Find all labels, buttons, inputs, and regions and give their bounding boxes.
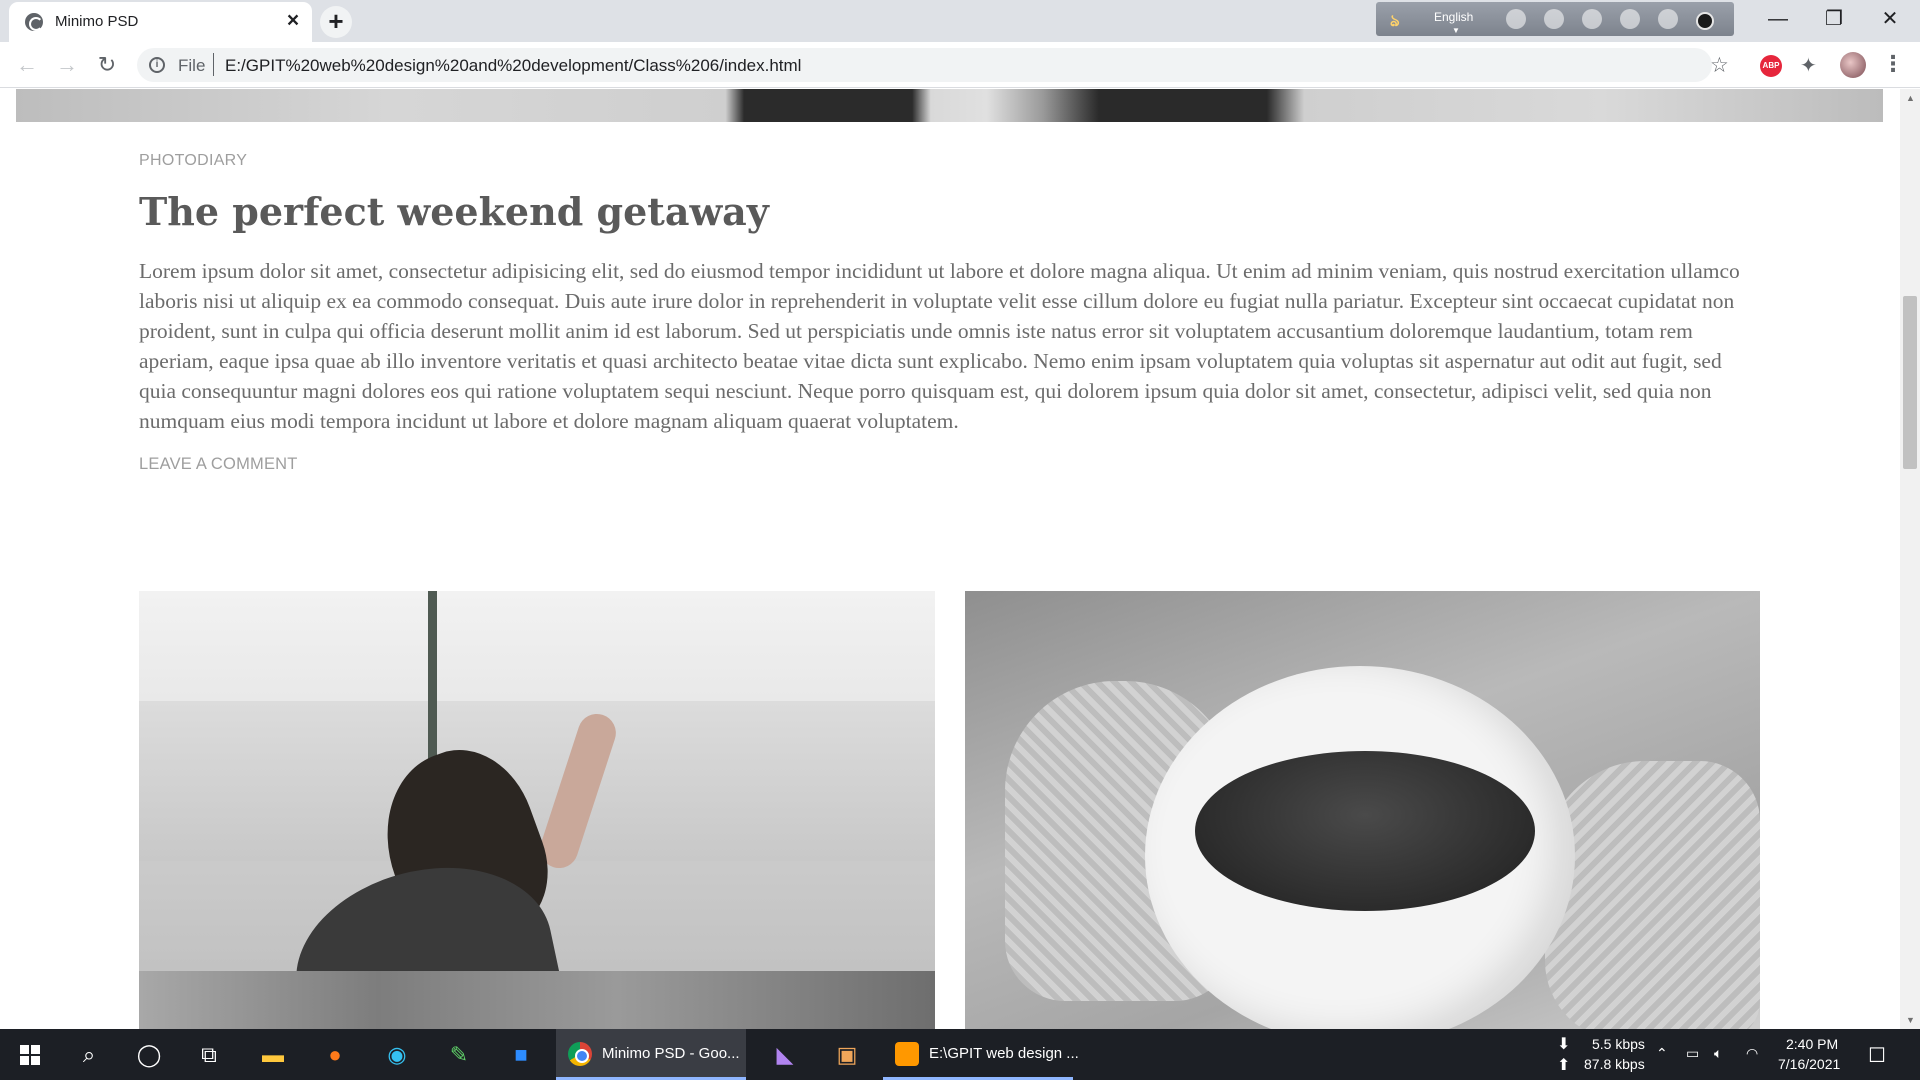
taskbar: ⌕ ◯ ⧉ ▬ ● ◉ ✎ ■ Minimo PSD - Goo... ◣ ▣ … <box>0 1029 1920 1080</box>
new-tab-button[interactable]: + <box>320 6 352 38</box>
info-icon[interactable]: i <box>149 57 165 73</box>
divider <box>213 53 214 76</box>
leave-comment-link[interactable]: LEAVE A COMMENT <box>139 455 298 474</box>
scroll-up-icon[interactable]: ▲ <box>1906 93 1915 103</box>
post-category[interactable]: PHOTODIARY <box>139 152 247 170</box>
firefox-icon[interactable]: ● <box>306 1029 364 1080</box>
sublime-text-icon <box>895 1042 919 1066</box>
coffee-liquid <box>1195 751 1535 911</box>
battery-icon[interactable]: ▭ <box>1686 1045 1699 1062</box>
taskbar-chrome-app[interactable]: Minimo PSD - Goo... <box>556 1029 746 1080</box>
coffee-photo[interactable] <box>965 591 1760 1029</box>
forward-button[interactable]: → <box>52 50 82 80</box>
dropdown-icon[interactable] <box>1696 12 1714 30</box>
profile-avatar[interactable] <box>1840 52 1866 78</box>
cortana-icon[interactable]: ◯ <box>120 1029 178 1080</box>
edge-icon[interactable]: ◉ <box>368 1029 426 1080</box>
globe-icon <box>25 13 43 31</box>
task-view-icon[interactable]: ⧉ <box>180 1029 238 1080</box>
help-icon[interactable] <box>1658 9 1678 29</box>
tools-icon[interactable] <box>1544 9 1564 29</box>
arrow-left-icon: ← <box>16 52 38 77</box>
arrow-right-icon: → <box>56 52 78 77</box>
url-text[interactable]: E:/GPIT%20web%20design%20and%20developme… <box>225 56 801 76</box>
browser-toolbar: ← → ↻ i File E:/GPIT%20web%20design%20an… <box>0 42 1920 88</box>
app-icon[interactable]: ✎ <box>430 1029 488 1080</box>
windows-icon <box>20 1045 40 1065</box>
browser-tab[interactable]: Minimo PSD × <box>9 2 312 42</box>
hero-image <box>16 89 1883 122</box>
net-down-speed: 5.5 kbps <box>1592 1036 1645 1052</box>
download-arrow-icon: ⬇ <box>1557 1036 1571 1053</box>
language-toolbar: ঌ English ▼ <box>1376 2 1734 36</box>
post-body: Lorem ipsum dolor sit amet, consectetur … <box>139 259 1740 433</box>
taskbar-chrome-label: Minimo PSD - Goo... <box>602 1045 740 1062</box>
restore-button[interactable]: ❐ <box>1806 0 1862 38</box>
adblock-extension-icon[interactable]: ABP <box>1760 55 1782 77</box>
start-button[interactable] <box>0 1029 58 1080</box>
clock-time[interactable]: 2:40 PM <box>1786 1036 1838 1052</box>
upload-arrow-icon: ⬆ <box>1557 1057 1571 1074</box>
keyboard-icon[interactable] <box>1506 9 1526 29</box>
language-selector[interactable]: English <box>1434 10 1473 24</box>
search-icon[interactable]: ⌕ <box>60 1029 118 1080</box>
knitted-mitten-right <box>1545 761 1760 1029</box>
crowd <box>139 971 935 1029</box>
taskbar-sublime-label: E:\GPIT web design ... <box>929 1045 1079 1062</box>
festival-photo[interactable] <box>139 591 935 1029</box>
settings-icon[interactable] <box>1582 9 1602 29</box>
close-window-button[interactable]: ✕ <box>1862 0 1918 38</box>
puzzle-icon[interactable]: ✦ <box>1800 53 1817 78</box>
kebab-menu-icon[interactable]: ⋮ <box>1882 51 1904 77</box>
visual-studio-icon[interactable]: ◣ <box>756 1029 814 1080</box>
browser-icon[interactable] <box>1620 9 1640 29</box>
plus-icon: + <box>328 6 344 36</box>
reload-button[interactable]: ↻ <box>92 50 122 80</box>
tab-title: Minimo PSD <box>55 13 139 30</box>
zoom-icon[interactable]: ■ <box>492 1029 550 1080</box>
tab-strip: Minimo PSD × + ঌ English ▼ — ❐ ✕ <box>0 0 1920 42</box>
chevron-up-icon[interactable]: ⌃ <box>1656 1045 1668 1062</box>
url-scheme-label: File <box>178 56 206 75</box>
minimize-button[interactable]: — <box>1750 0 1806 38</box>
scroll-thumb[interactable] <box>1903 296 1917 469</box>
chevron-down-icon: ▼ <box>1452 26 1460 35</box>
back-button[interactable]: ← <box>12 50 42 80</box>
close-icon[interactable]: × <box>281 9 305 33</box>
file-explorer-icon[interactable]: ▬ <box>244 1029 302 1080</box>
star-icon[interactable]: ☆ <box>1710 53 1729 78</box>
address-bar[interactable]: i File E:/GPIT%20web%20design%20and%20de… <box>137 48 1729 82</box>
scroll-down-icon[interactable]: ▼ <box>1906 1015 1915 1025</box>
notifications-icon[interactable]: ☐ <box>1868 1043 1886 1068</box>
lang-logo-icon: ঌ <box>1390 13 1400 30</box>
net-up-speed: 87.8 kbps <box>1584 1056 1645 1072</box>
clock-date[interactable]: 7/16/2021 <box>1778 1056 1840 1072</box>
wifi-icon[interactable]: ◠ <box>1746 1045 1758 1062</box>
page-viewport: PHOTODIARY The perfect weekend getaway L… <box>0 89 1920 1029</box>
post-title[interactable]: The perfect weekend getaway <box>139 189 769 234</box>
chrome-icon <box>568 1042 592 1066</box>
page-scrollbar[interactable]: ▲ ▼ <box>1900 89 1920 1029</box>
taskbar-sublime-app[interactable]: E:\GPIT web design ... <box>883 1029 1079 1080</box>
app-icon-2[interactable]: ▣ <box>818 1029 876 1080</box>
volume-icon[interactable]: 🔈︎ <box>1714 1045 1722 1062</box>
reload-icon: ↻ <box>97 52 117 77</box>
